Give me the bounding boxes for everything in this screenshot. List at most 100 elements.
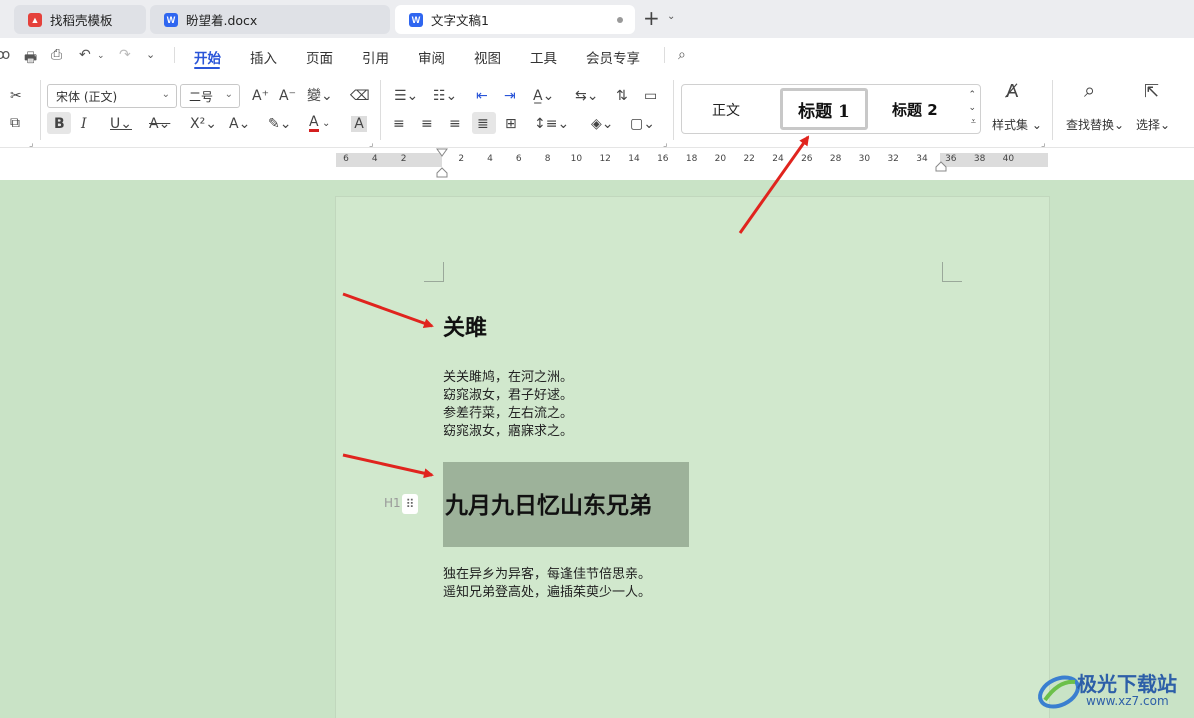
text-effect-icon[interactable]: A⌄ <box>229 116 250 132</box>
drag-handle-icon[interactable]: ⠿ <box>402 494 418 514</box>
ruler-tick-label: 6 <box>515 154 522 164</box>
search-icon[interactable]: ⌕ <box>1084 80 1095 100</box>
style-set-icon[interactable]: A̸ <box>1006 83 1018 101</box>
underline-icon[interactable]: U⌄ <box>110 116 132 132</box>
chevron-down-icon[interactable]: ⌄ <box>968 103 976 113</box>
divider <box>174 47 175 63</box>
increase-indent-icon[interactable]: ⇥ <box>504 88 516 104</box>
print-icon[interactable]: 🖶 <box>24 47 37 71</box>
sort-icon[interactable]: ⇅ <box>616 88 628 104</box>
redo-icon[interactable]: ↷ <box>119 47 131 63</box>
find-replace-button[interactable]: 查找替换⌄ <box>1066 116 1124 133</box>
menu-review[interactable]: 审阅 <box>418 47 445 67</box>
superscript-icon[interactable]: X²⌄ <box>190 116 217 132</box>
justify-icon: ≣ <box>477 116 489 132</box>
ribbon-toolbar: ✂ ⧉ ⌟ 宋体 (正文) ⌄ 二号 ⌄ A⁺ A⁻ 變⌄ ⌫ B I U⌄ A… <box>0 72 1194 149</box>
ruler-tick-label: 2 <box>458 154 465 164</box>
watermark-text: 极光下载站 <box>1077 672 1177 696</box>
menu-references[interactable]: 引用 <box>362 47 389 67</box>
strikethrough-icon[interactable]: A⌄ <box>149 116 170 132</box>
tab-document-active[interactable]: W 文字文稿1 <box>395 5 635 34</box>
menu-member[interactable]: 会员专享 <box>586 47 640 67</box>
poem-paragraph[interactable]: 关关雎鸠，在河之洲。 窈窕淑女，君子好逑。 参差荇菜，左右流之。 窈窕淑女，寤寐… <box>443 369 573 441</box>
font-name-value: 宋体 (正文) <box>56 89 118 104</box>
menu-home[interactable]: 开始 <box>194 47 221 67</box>
font-size-select[interactable]: 二号 ⌄ <box>180 84 240 108</box>
indent-marker-icon[interactable] <box>436 148 448 178</box>
style-normal[interactable]: 正文 <box>712 100 740 120</box>
decrease-indent-icon[interactable]: ⇤ <box>476 88 488 104</box>
cut-icon[interactable]: ✂ <box>10 88 22 104</box>
divider <box>673 80 674 140</box>
tab-label: 找稻壳模板 <box>50 13 113 28</box>
select-button[interactable]: 选择⌄ <box>1136 116 1170 133</box>
font-shrink-icon[interactable]: A⁻ <box>279 88 296 104</box>
ruler-tick-label: 26 <box>801 154 813 164</box>
style-set-label: 样式集 <box>992 118 1029 132</box>
ruler-tick-label: 30 <box>858 154 871 164</box>
menu-view[interactable]: 视图 <box>474 47 501 67</box>
menu-insert[interactable]: 插入 <box>250 47 277 67</box>
style-heading-2[interactable]: 标题 2 <box>892 99 938 120</box>
new-tab-plus-icon[interactable]: + <box>643 8 660 28</box>
chevron-down-icon[interactable]: ⌄ <box>322 116 330 132</box>
undo-icon[interactable]: ↶ <box>79 47 91 63</box>
ruler-tick-label: 16 <box>657 154 669 164</box>
ruler-tick-label: 40 <box>1002 154 1015 164</box>
tab-bar: ▲ 找稻壳模板 W 盼望着.docx W 文字文稿1 + ⌄ <box>0 0 1194 38</box>
link-icon[interactable]: ꝏ <box>0 47 10 63</box>
right-indent-marker-icon[interactable] <box>935 160 947 172</box>
poem-line: 窈窕淑女，寤寐求之。 <box>443 424 574 439</box>
menu-page[interactable]: 页面 <box>306 47 333 67</box>
phonetic-guide-icon[interactable]: 變⌄ <box>307 88 333 104</box>
distribute-icon[interactable]: ⊞ <box>505 116 517 132</box>
chevron-down-icon[interactable]: ⌄ <box>667 11 675 22</box>
numbered-list-icon[interactable]: ☷⌄ <box>433 88 457 104</box>
heading-level-marker: H1 <box>384 496 401 510</box>
find-replace-label: 查找替换 <box>1066 118 1115 132</box>
chevron-up-icon[interactable]: ⌃ <box>968 90 976 100</box>
show-marks-icon[interactable]: ▭ <box>644 88 657 104</box>
poem-paragraph[interactable]: 独在异乡为异客，每逢佳节倍思亲。 遥知兄弟登高处，遍插茱萸少一人。 <box>443 566 651 602</box>
chinese-layout-icon[interactable]: A̲⌄ <box>533 88 554 104</box>
ruler-tick-label: 28 <box>829 154 842 164</box>
italic-icon[interactable]: I <box>81 116 87 132</box>
tab-document-panwangzhe[interactable]: W 盼望着.docx <box>150 5 390 34</box>
font-name-select[interactable]: 宋体 (正文) ⌄ <box>47 84 177 108</box>
unsaved-dot-icon[interactable] <box>617 17 623 23</box>
heading-1-selected[interactable]: 九月九日忆山东兄弟 <box>445 486 652 520</box>
chevron-down-icon[interactable]: ⌄ <box>97 51 105 61</box>
tab-daoke-templates[interactable]: ▲ 找稻壳模板 <box>14 5 146 34</box>
menu-tools[interactable]: 工具 <box>530 47 557 67</box>
align-right-icon[interactable]: ≡ <box>449 116 461 132</box>
ruler-tick-label: 12 <box>599 154 611 164</box>
highlight-icon[interactable]: ✎⌄ <box>268 116 291 132</box>
font-color-icon[interactable]: A <box>309 115 319 132</box>
font-grow-icon[interactable]: A⁺ <box>252 88 269 104</box>
chevron-down-icon[interactable]: ⌄ <box>146 48 155 61</box>
style-set-button[interactable]: 样式集 ⌄ <box>992 116 1042 133</box>
shading-icon[interactable]: ◈⌄ <box>591 116 614 132</box>
search-icon[interactable]: ⌕ <box>678 47 686 63</box>
poem-line: 窈窕淑女，君子好逑。 <box>443 388 574 403</box>
select-cursor-icon[interactable]: ⇱ <box>1144 83 1159 101</box>
ruler-tick-label: 38 <box>973 154 986 164</box>
bullet-list-icon[interactable]: ☰⌄ <box>394 88 418 104</box>
text-direction-icon[interactable]: ⇆⌄ <box>575 88 598 104</box>
borders-icon[interactable]: ▢⌄ <box>630 116 655 132</box>
clear-format-icon[interactable]: ⌫ <box>350 88 370 104</box>
style-heading-1[interactable]: 标题 1 <box>780 88 868 130</box>
divider <box>664 47 665 63</box>
line-spacing-icon[interactable]: ↕≡⌄ <box>534 116 569 132</box>
align-center-icon[interactable]: ≡ <box>421 116 433 132</box>
poem-line: 遥知兄弟登高处，遍插茱萸少一人。 <box>443 585 652 600</box>
print-preview-icon[interactable]: ⎙ <box>51 47 62 63</box>
expand-gallery-icon[interactable]: ⩡ <box>971 117 976 127</box>
heading-1-guanju[interactable]: 关雎 <box>443 310 487 342</box>
char-shading-icon[interactable]: A <box>351 116 367 132</box>
watermark-url: www.xz7.com <box>1086 694 1169 708</box>
ruler-tick-label: 6 <box>343 154 349 164</box>
style-heading-1-label: 标题 1 <box>798 101 850 122</box>
copy-icon[interactable]: ⧉ <box>10 115 20 131</box>
align-left-icon[interactable]: ≡ <box>393 116 405 132</box>
